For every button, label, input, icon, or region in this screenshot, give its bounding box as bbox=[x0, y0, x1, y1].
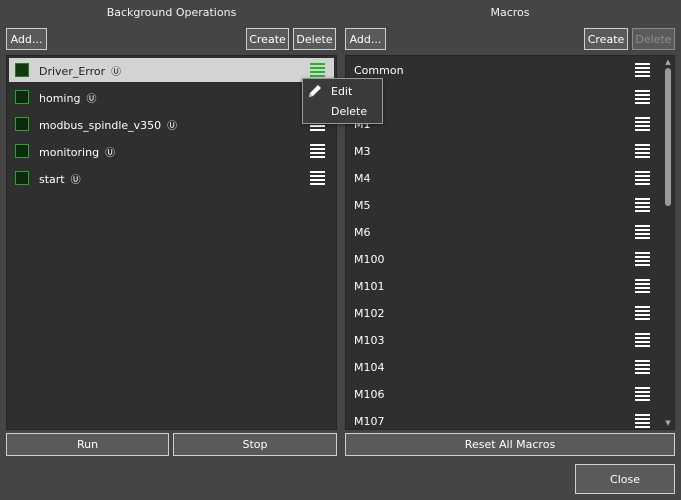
context-menu-delete[interactable]: Delete bbox=[331, 105, 367, 118]
bg-op-row[interactable]: Driver_Error Ⓤ bbox=[9, 58, 334, 82]
macro-row[interactable]: M1 bbox=[348, 112, 658, 136]
hamburger-menu-icon[interactable] bbox=[635, 63, 650, 77]
bg-op-row[interactable]: homing Ⓤ bbox=[9, 85, 334, 109]
macro-row[interactable]: M104 bbox=[348, 355, 658, 379]
bg-op-row[interactable]: modbus_spindle_v350 Ⓤ bbox=[9, 112, 334, 136]
bg-create-button[interactable]: Create bbox=[246, 28, 289, 50]
lock-icon: Ⓤ bbox=[105, 148, 116, 159]
macros-title: Macros bbox=[490, 6, 530, 19]
macro-name: M100 bbox=[354, 253, 385, 266]
hamburger-menu-icon[interactable] bbox=[310, 144, 325, 158]
macro-row[interactable]: M bbox=[348, 85, 658, 109]
macros-scrollbar[interactable]: ▲ ▼ bbox=[662, 56, 674, 429]
hamburger-menu-icon[interactable] bbox=[635, 117, 650, 131]
lock-icon: Ⓤ bbox=[70, 175, 81, 186]
macro-create-button[interactable]: Create bbox=[584, 28, 628, 50]
macro-row[interactable]: M4 bbox=[348, 166, 658, 190]
macro-row[interactable]: M6 bbox=[348, 220, 658, 244]
background-operations-list: Driver_Error Ⓤ homing Ⓤ modbus_spindle_v35… bbox=[6, 55, 337, 430]
stop-button[interactable]: Stop bbox=[173, 433, 337, 456]
pencil-icon bbox=[309, 85, 321, 97]
macro-delete-button[interactable]: Delete bbox=[632, 28, 675, 50]
scroll-down-arrow-icon[interactable]: ▼ bbox=[664, 419, 672, 427]
macro-row[interactable]: M107 bbox=[348, 409, 658, 429]
hamburger-menu-icon[interactable] bbox=[635, 252, 650, 266]
bg-op-name: start bbox=[39, 173, 65, 186]
hamburger-menu-icon[interactable] bbox=[635, 387, 650, 401]
macro-name: M6 bbox=[354, 226, 371, 239]
macro-name: M104 bbox=[354, 361, 385, 374]
row-context-menu: Edit Delete bbox=[302, 78, 383, 124]
macro-row[interactable]: M101 bbox=[348, 274, 658, 298]
lock-icon: Ⓤ bbox=[86, 94, 97, 105]
bg-add-button[interactable]: Add... bbox=[6, 28, 47, 50]
bg-op-checkbox[interactable] bbox=[15, 171, 29, 185]
hamburger-menu-icon[interactable] bbox=[635, 225, 650, 239]
bg-op-name: monitoring bbox=[39, 146, 100, 159]
hamburger-menu-icon[interactable] bbox=[635, 198, 650, 212]
macro-add-button[interactable]: Add... bbox=[345, 28, 386, 50]
bg-op-checkbox[interactable] bbox=[15, 63, 29, 77]
macro-row[interactable]: M102 bbox=[348, 301, 658, 325]
hamburger-menu-icon[interactable] bbox=[635, 171, 650, 185]
macro-name: M3 bbox=[354, 145, 371, 158]
hamburger-menu-icon[interactable] bbox=[635, 414, 650, 428]
macro-name: M103 bbox=[354, 334, 385, 347]
macro-name: M107 bbox=[354, 415, 385, 428]
macro-row[interactable]: M103 bbox=[348, 328, 658, 352]
hamburger-menu-icon[interactable] bbox=[635, 90, 650, 104]
macro-row[interactable]: M100 bbox=[348, 247, 658, 271]
macro-name: Common bbox=[354, 64, 404, 77]
hamburger-menu-icon[interactable] bbox=[310, 171, 325, 185]
bg-op-checkbox[interactable] bbox=[15, 90, 29, 104]
bg-op-row[interactable]: monitoring Ⓤ bbox=[9, 139, 334, 163]
macro-row[interactable]: M3 bbox=[348, 139, 658, 163]
macro-row[interactable]: M106 bbox=[348, 382, 658, 406]
bg-op-name: Driver_Error bbox=[39, 65, 106, 78]
hamburger-menu-icon[interactable] bbox=[635, 144, 650, 158]
macro-row[interactable]: Common bbox=[348, 58, 658, 82]
bg-op-name: homing bbox=[39, 92, 81, 105]
hamburger-menu-icon[interactable] bbox=[635, 360, 650, 374]
reset-all-macros-button[interactable]: Reset All Macros bbox=[345, 433, 675, 456]
macro-name: M102 bbox=[354, 307, 385, 320]
run-button[interactable]: Run bbox=[6, 433, 169, 456]
bg-op-name: modbus_spindle_v350 bbox=[39, 119, 162, 132]
scroll-up-arrow-icon[interactable]: ▲ bbox=[664, 58, 672, 66]
close-button[interactable]: Close bbox=[575, 464, 675, 494]
hamburger-menu-icon[interactable] bbox=[635, 279, 650, 293]
hamburger-menu-icon[interactable] bbox=[310, 63, 325, 77]
hamburger-menu-icon[interactable] bbox=[635, 333, 650, 347]
lock-icon: Ⓤ bbox=[111, 67, 122, 78]
macro-row[interactable]: M5 bbox=[348, 193, 658, 217]
bg-op-row[interactable]: start Ⓤ bbox=[9, 166, 334, 190]
hamburger-menu-icon[interactable] bbox=[635, 306, 650, 320]
scroll-thumb[interactable] bbox=[665, 68, 671, 206]
bg-delete-button[interactable]: Delete bbox=[293, 28, 336, 50]
macro-name: M101 bbox=[354, 280, 385, 293]
lock-icon: Ⓤ bbox=[167, 121, 178, 132]
macros-list: Common M M1 M3 M4 M5 M6 M100 M101 M102 M… bbox=[345, 55, 675, 430]
bg-op-checkbox[interactable] bbox=[15, 144, 29, 158]
bg-op-checkbox[interactable] bbox=[15, 117, 29, 131]
context-menu-edit[interactable]: Edit bbox=[331, 85, 352, 98]
macro-name: M106 bbox=[354, 388, 385, 401]
macro-name: M5 bbox=[354, 199, 371, 212]
macro-name: M4 bbox=[354, 172, 371, 185]
background-operations-title: Background Operations bbox=[106, 6, 237, 19]
